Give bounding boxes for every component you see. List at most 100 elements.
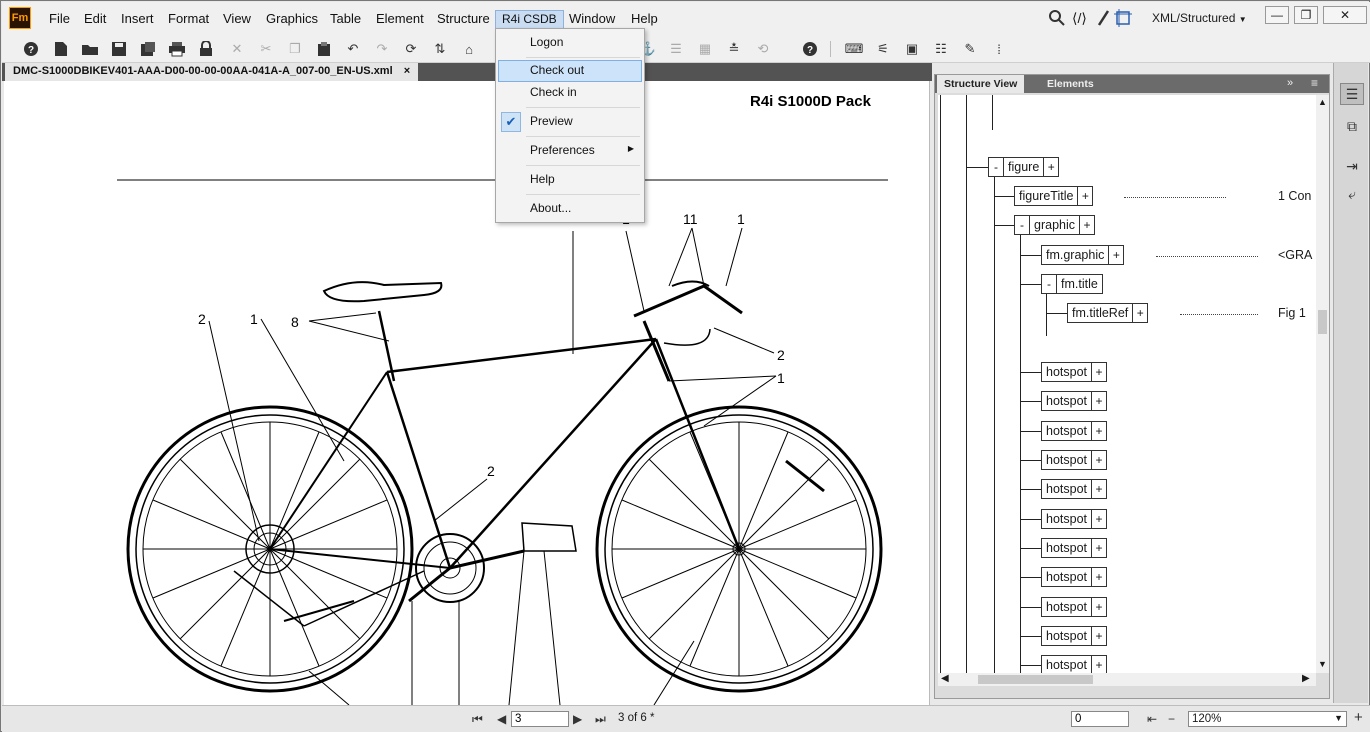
horizontal-scrollbar[interactable]: ◀ ▶ (938, 673, 1316, 686)
panel-expand-icon[interactable]: » (1287, 77, 1293, 89)
menu-item-about[interactable]: About... (498, 198, 642, 220)
element-tree-icon[interactable]: ⚟ (874, 40, 892, 58)
paste-icon[interactable] (315, 40, 333, 58)
expand-icon[interactable]: + (1091, 598, 1106, 616)
node-hotspot[interactable]: hotspot + (1041, 567, 1108, 587)
frame-icon[interactable] (1114, 9, 1132, 30)
menu-format[interactable]: Format (168, 11, 209, 26)
toggle-view-icon[interactable]: ⇤ (1147, 712, 1157, 726)
panel-menu-icon[interactable]: ≡ (1311, 76, 1318, 90)
node-hotspot[interactable]: hotspot + (1041, 626, 1108, 646)
node-graphic[interactable]: - graphic + (1014, 215, 1095, 235)
node-hotspot[interactable]: hotspot + (1041, 597, 1108, 617)
cut-icon[interactable]: ✂ (257, 40, 275, 58)
format-painter-icon[interactable]: ⌂ (460, 40, 478, 58)
expand-icon[interactable]: + (1091, 392, 1106, 410)
position-input[interactable] (1071, 711, 1129, 727)
menu-file[interactable]: File (49, 11, 70, 26)
menu-item-help[interactable]: Help (498, 169, 642, 191)
reference-panel-icon[interactable]: ⤶ (1340, 183, 1364, 205)
node-hotspot[interactable]: hotspot + (1041, 362, 1108, 382)
menu-item-preferences[interactable]: Preferences ▶ (498, 140, 642, 162)
node-figure-title[interactable]: figureTitle + (1014, 186, 1094, 206)
close-tab-icon[interactable]: × (404, 65, 410, 77)
attributes-icon[interactable]: ⁞ (990, 40, 1008, 58)
expand-icon[interactable]: + (1091, 510, 1106, 528)
menu-structure[interactable]: Structure (437, 11, 490, 26)
menu-table[interactable]: Table (330, 11, 361, 26)
zoom-out-icon[interactable]: − (1168, 712, 1175, 726)
print-icon[interactable] (168, 40, 186, 58)
expand-icon[interactable]: + (1132, 304, 1147, 322)
node-figure[interactable]: - figure + (988, 157, 1060, 177)
next-page-icon[interactable]: ▶ (573, 712, 582, 726)
tab-structure-view[interactable]: Structure View (937, 75, 1025, 93)
restore-button[interactable]: ❐ (1294, 6, 1318, 24)
refresh-icon[interactable]: ⟲ (754, 40, 772, 58)
structure-tree[interactable]: - figure + figureTitle + 1 Con - graphic… (938, 95, 1316, 673)
menu-graphics[interactable]: Graphics (266, 11, 318, 26)
node-hotspot[interactable]: hotspot + (1041, 509, 1108, 529)
expand-icon[interactable]: + (1091, 656, 1106, 673)
node-hotspot[interactable]: hotspot + (1041, 538, 1108, 558)
menu-element[interactable]: Element (376, 11, 424, 26)
node-fm-graphic[interactable]: fm.graphic + (1041, 245, 1125, 265)
redo-icon[interactable]: ↷ (373, 40, 391, 58)
node-fm-title-ref[interactable]: fm.titleRef + (1067, 303, 1149, 323)
close-window-button[interactable]: ✕ (1323, 6, 1367, 24)
expand-icon[interactable]: + (1077, 187, 1092, 205)
collapse-icon[interactable]: - (1015, 216, 1030, 234)
scroll-up-icon[interactable]: ▲ (1318, 97, 1327, 107)
element-insert-icon[interactable]: ▣ (903, 40, 921, 58)
node-hotspot[interactable]: hotspot + (1041, 655, 1108, 673)
minimize-button[interactable]: — (1265, 6, 1289, 24)
scroll-thumb[interactable] (978, 675, 1093, 684)
new-document-icon[interactable] (52, 40, 70, 58)
expand-icon[interactable]: + (1091, 627, 1106, 645)
menu-help[interactable]: Help (631, 11, 658, 26)
expand-icon[interactable]: + (1091, 451, 1106, 469)
expand-icon[interactable]: + (1091, 480, 1106, 498)
prev-page-icon[interactable]: ◀ (497, 712, 506, 726)
insert-row-icon[interactable]: ≛ (725, 40, 743, 58)
menu-insert[interactable]: Insert (121, 11, 154, 26)
open-folder-icon[interactable] (81, 40, 99, 58)
expand-icon[interactable]: + (1091, 568, 1106, 586)
page-number-input[interactable] (511, 711, 569, 727)
hierarchy-icon[interactable]: ☷ (932, 40, 950, 58)
vertical-scrollbar[interactable]: ▲ ▼ (1316, 95, 1329, 673)
collapse-icon[interactable]: - (989, 158, 1004, 176)
collapse-icon[interactable]: - (1042, 275, 1057, 293)
spell-check-icon[interactable]: ⇅ (431, 40, 449, 58)
expand-icon[interactable]: + (1091, 363, 1106, 381)
structure-panel-icon[interactable]: ☰ (1340, 83, 1364, 105)
first-page-icon[interactable]: ⏮ (472, 712, 483, 727)
menu-item-check-in[interactable]: Check in (498, 82, 642, 104)
document-tab[interactable]: DMC-S1000DBIKEV401-AAA-D00-00-00-00AA-04… (5, 63, 419, 81)
node-hotspot[interactable]: hotspot + (1041, 479, 1108, 499)
node-hotspot[interactable]: hotspot + (1041, 450, 1108, 470)
menu-view[interactable]: View (223, 11, 251, 26)
scroll-left-icon[interactable]: ◀ (941, 673, 949, 684)
save-as-icon[interactable] (139, 40, 157, 58)
menu-r4i-csdb[interactable]: R4i CSDB (495, 10, 564, 29)
scroll-right-icon[interactable]: ▶ (1302, 673, 1310, 684)
xml-doc-icon[interactable]: ⌨ (845, 40, 864, 58)
elements-panel-icon[interactable]: ⧉ (1340, 115, 1364, 137)
menu-item-check-out[interactable]: Check out (498, 60, 642, 82)
zoom-select[interactable]: 120% ▼ (1188, 711, 1347, 727)
menu-window[interactable]: Window (569, 11, 615, 26)
expand-icon[interactable]: + (1043, 158, 1058, 176)
save-icon[interactable] (110, 40, 128, 58)
node-fm-title[interactable]: - fm.title (1041, 274, 1103, 294)
search-icon[interactable] (1048, 9, 1066, 30)
insert-panel-icon[interactable]: ⇥ (1340, 155, 1364, 177)
expand-icon[interactable]: + (1108, 246, 1123, 264)
expand-icon[interactable]: + (1091, 422, 1106, 440)
help-icon[interactable]: ? (22, 40, 40, 58)
node-hotspot[interactable]: hotspot + (1041, 421, 1108, 441)
menu-edit[interactable]: Edit (84, 11, 106, 26)
expand-icon[interactable]: + (1091, 539, 1106, 557)
delete-icon[interactable]: ✕ (228, 40, 246, 58)
zoom-in-icon[interactable]: + (1354, 709, 1363, 726)
